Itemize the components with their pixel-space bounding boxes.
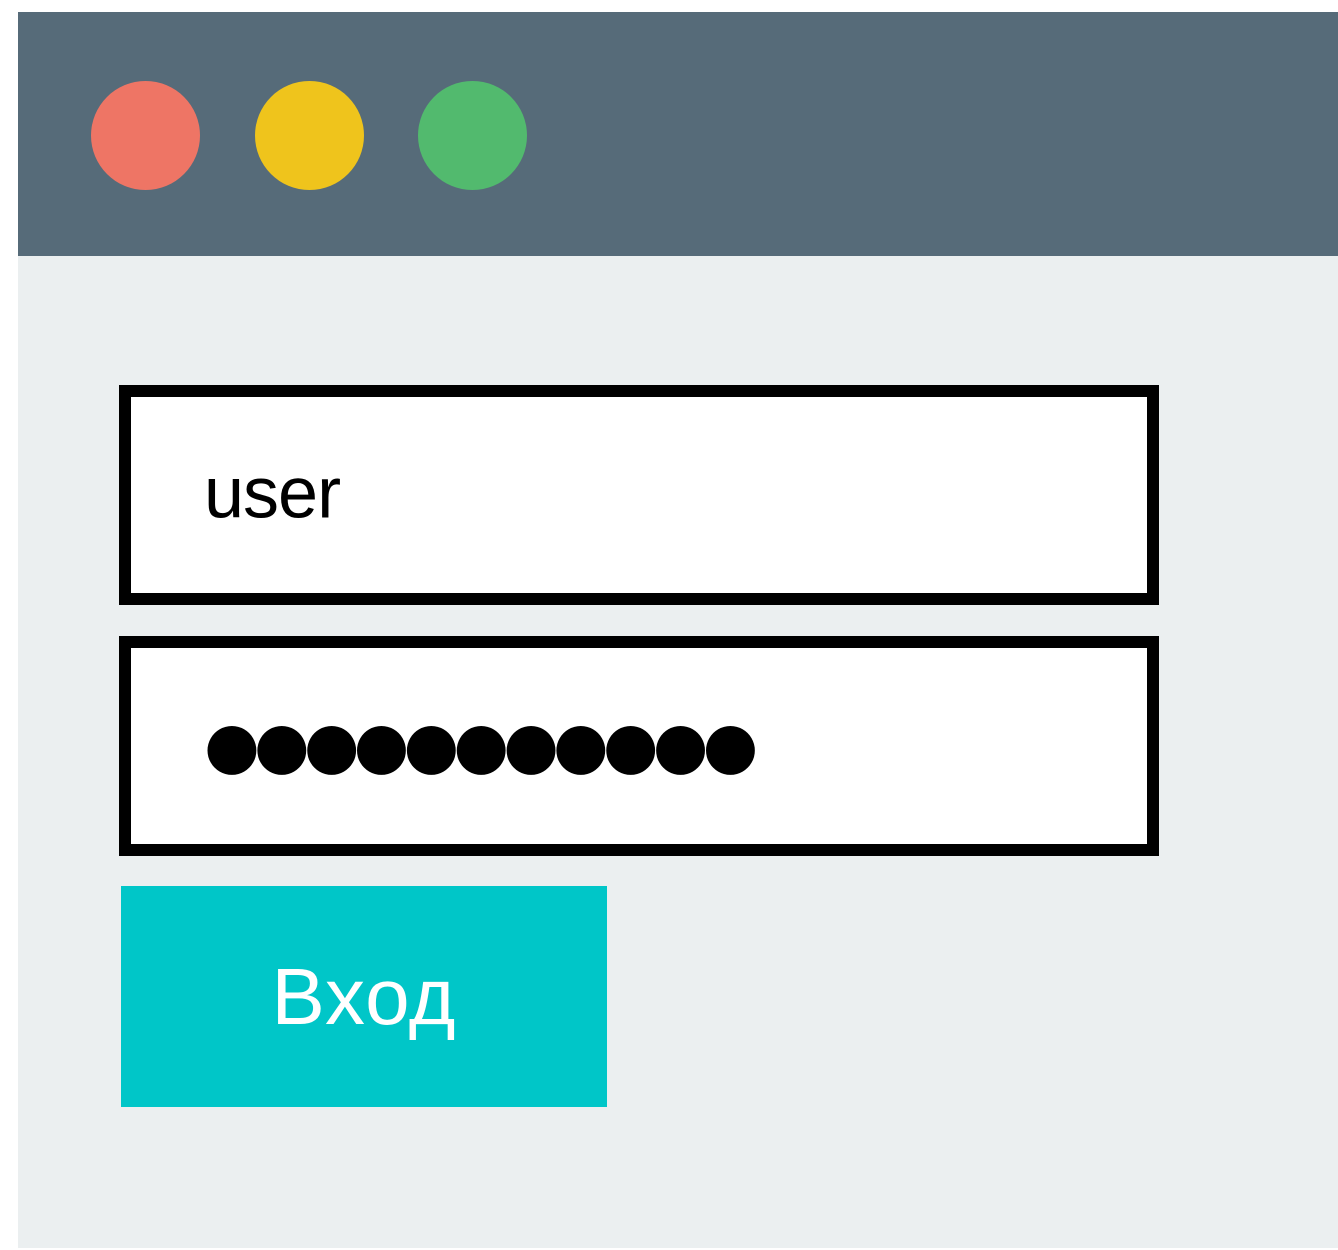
password-field[interactable]: ●●●●●●●●●●● xyxy=(119,636,1159,856)
title-bar xyxy=(18,12,1338,256)
minimize-window-button[interactable] xyxy=(255,81,364,190)
close-window-button[interactable] xyxy=(91,81,200,190)
username-value: user xyxy=(204,453,341,534)
login-button[interactable]: Вход xyxy=(121,886,607,1107)
login-button-label: Вход xyxy=(271,951,457,1041)
app-window: user ●●●●●●●●●●● Вход xyxy=(18,12,1338,1248)
username-field[interactable]: user xyxy=(119,385,1159,605)
password-value: ●●●●●●●●●●● xyxy=(204,709,758,783)
maximize-window-button[interactable] xyxy=(418,81,527,190)
